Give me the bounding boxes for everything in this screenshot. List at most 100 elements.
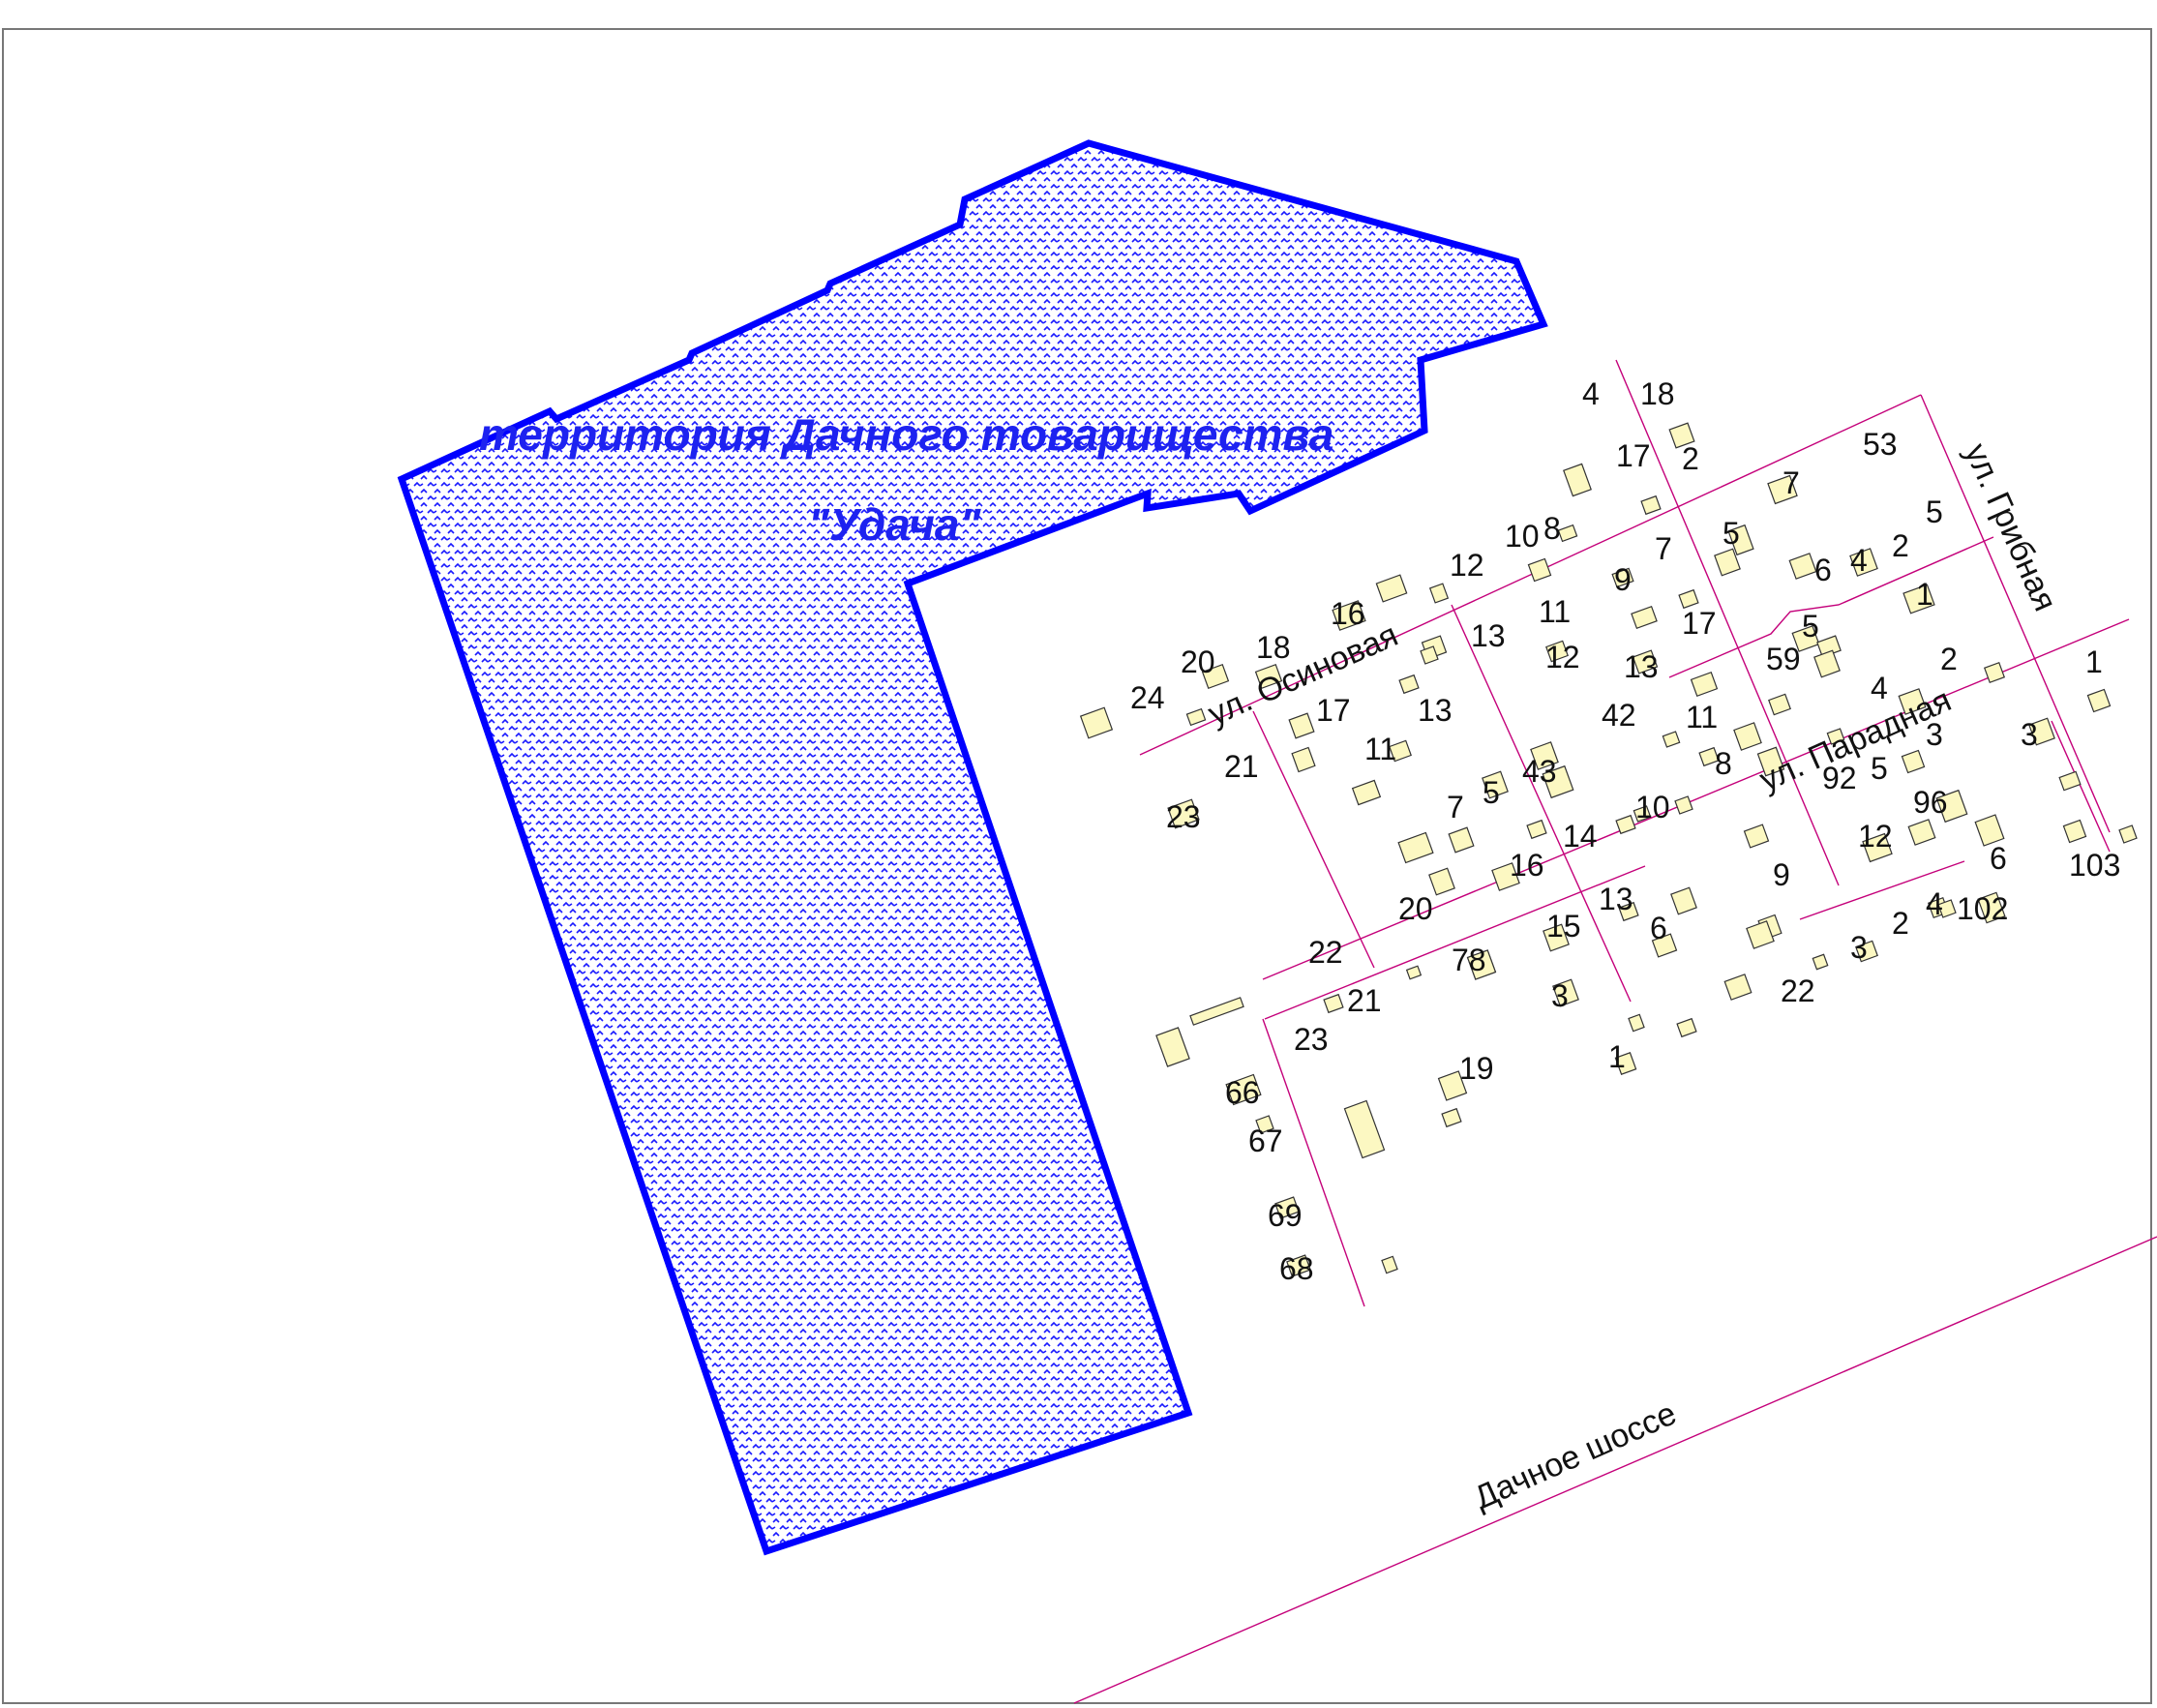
building-footprint: [1631, 605, 1658, 630]
house-number-label: 1: [2085, 644, 2103, 679]
house-number-label: 18: [1256, 630, 1291, 665]
house-number-label: 4: [1582, 376, 1600, 411]
building-footprint: [1907, 819, 1936, 846]
territory-title-line2: "Удача": [808, 499, 981, 550]
house-number-label: 6: [1650, 911, 1667, 945]
building-footprint: [1743, 824, 1770, 849]
house-number-label: 1: [1608, 1039, 1626, 1074]
house-number-label: 13: [1418, 693, 1453, 728]
building-footprint: [1405, 965, 1423, 980]
house-number-label: 3: [1850, 930, 1868, 965]
house-number-label: 2: [1892, 528, 1909, 563]
map-canvas: территория Дачного товарищества "Удача" …: [2, 28, 2157, 1704]
house-number-label: 103: [2069, 848, 2120, 883]
building-footprint: [1690, 672, 1719, 697]
building-footprint: [1563, 463, 1592, 497]
building-footprint: [1813, 649, 1841, 678]
building-footprint: [1375, 574, 1408, 603]
house-number-label: 15: [1546, 909, 1581, 944]
building-footprint: [2086, 688, 2112, 713]
house-number-label: 92: [1822, 761, 1857, 795]
house-number-label: 42: [1602, 698, 1636, 733]
building-footprint: [1901, 749, 1926, 774]
house-number-label: 96: [1913, 785, 1948, 820]
house-number-label: 22: [1308, 935, 1343, 970]
house-number-label: 59: [1766, 642, 1801, 676]
house-number-label: 21: [1347, 983, 1382, 1018]
house-number-label: 24: [1130, 680, 1165, 715]
building-footprint: [1343, 1099, 1386, 1159]
building-footprint: [1527, 557, 1552, 583]
house-number-label: 12: [1450, 548, 1484, 583]
house-number-label: 3: [1551, 978, 1569, 1013]
building-footprint: [1723, 974, 1753, 1001]
building-footprint: [1428, 867, 1455, 896]
house-number-label: 5: [1723, 516, 1740, 551]
house-number-label: 5: [1871, 751, 1888, 786]
house-number-label: 11: [1539, 594, 1571, 629]
building-footprint: [1428, 583, 1450, 604]
house-number-label: 10: [1505, 519, 1540, 554]
building-footprint: [1788, 553, 1817, 580]
building-footprint: [1441, 1107, 1462, 1128]
street-label-gribnaya: ул. Грибная: [1958, 438, 2064, 616]
building-footprint: [1398, 674, 1420, 695]
building-footprint: [1557, 524, 1578, 543]
building-footprint: [1768, 693, 1791, 716]
building-footprint: [1397, 831, 1434, 864]
house-number-label: 5: [1483, 775, 1500, 810]
building-footprint: [1812, 953, 1829, 971]
house-number-label: 7: [1783, 465, 1800, 500]
building-footprint: [1733, 722, 1762, 751]
house-number-label: 12: [1545, 640, 1580, 674]
road-dachnoe-shosse: [1073, 1236, 2157, 1704]
building-footprint: [2058, 770, 2082, 792]
building-footprint: [1640, 494, 1662, 516]
house-number-label: 16: [1331, 596, 1365, 631]
building-footprint: [2062, 819, 2087, 844]
house-number-label: 11: [1686, 700, 1718, 734]
house-number-label: 4: [1850, 543, 1868, 578]
house-number-label: 22: [1781, 974, 1815, 1008]
road-west: [1252, 710, 1375, 969]
house-number-label: 23: [1294, 1022, 1329, 1057]
house-number-label: 53: [1863, 427, 1898, 462]
house-number-label: 13: [1471, 618, 1506, 653]
house-number-label: 18: [1640, 376, 1675, 411]
building-footprint: [1448, 826, 1475, 854]
house-number-label: 21: [1224, 749, 1259, 784]
house-number-label: 1: [1916, 577, 1933, 612]
territory-title-line1: территория Дачного товарищества: [479, 409, 1333, 460]
house-number-label: 69: [1268, 1198, 1303, 1233]
building-footprint: [1189, 997, 1244, 1026]
house-number-label: 5: [1926, 494, 1943, 529]
house-number-label: 16: [1510, 848, 1544, 883]
house-number-label: 23: [1166, 799, 1201, 834]
house-number-label: 13: [1599, 882, 1633, 916]
house-number-label: 9: [1773, 857, 1790, 892]
house-number-label: 11: [1364, 732, 1396, 766]
territory-udacha: [397, 139, 1548, 1556]
house-number-label: 12: [1858, 819, 1893, 854]
house-number-label: 7: [1655, 531, 1672, 566]
building-footprint: [1381, 1255, 1398, 1274]
house-number-label: 10: [1635, 790, 1670, 824]
house-number-label: 3: [2021, 717, 2038, 752]
house-number-label: 68: [1279, 1251, 1314, 1286]
road-gribnaya: [1920, 394, 2111, 833]
building-footprint: [1185, 707, 1207, 727]
building-footprint: [1628, 1013, 1645, 1033]
building-footprint: [1674, 795, 1693, 815]
building-footprint: [2118, 824, 2138, 844]
house-number-label: 2: [1682, 441, 1699, 476]
building-footprint: [1288, 712, 1315, 739]
house-number-label: 8: [1543, 511, 1561, 546]
house-number-label: 6: [1814, 553, 1832, 587]
building-footprint: [1670, 886, 1697, 915]
house-number-label: 8: [1715, 746, 1732, 781]
building-footprint: [1351, 779, 1382, 806]
house-number-label: 20: [1398, 891, 1433, 926]
house-number-label: 9: [1614, 562, 1632, 597]
house-number-label: 4: [1926, 886, 1943, 921]
building-footprint: [1526, 819, 1547, 840]
